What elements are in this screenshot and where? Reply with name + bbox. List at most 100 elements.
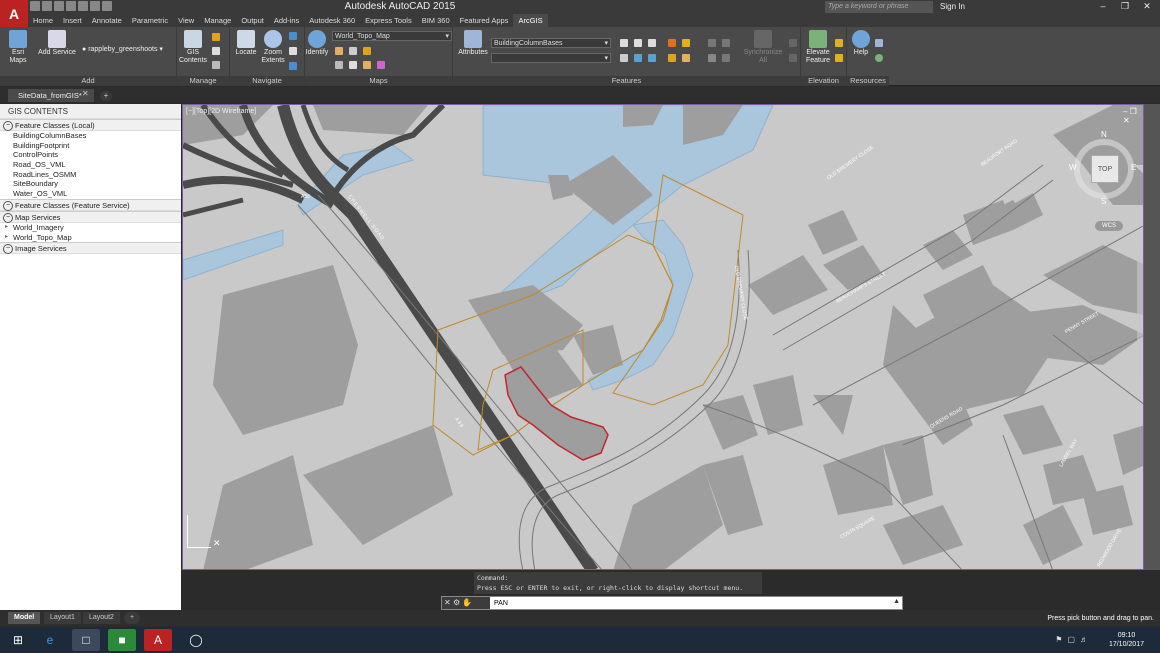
pan-icon[interactable] xyxy=(289,47,297,55)
gis-layer-item[interactable]: SiteBoundary xyxy=(0,179,181,189)
redo-icon[interactable] xyxy=(102,1,112,11)
feature-edit-icon[interactable] xyxy=(708,39,716,47)
feature-tool-icon[interactable] xyxy=(634,54,642,62)
gis-layer-item[interactable]: ControlPoints xyxy=(0,150,181,160)
compass-west[interactable]: W xyxy=(1069,163,1077,172)
internet-explorer-icon[interactable]: e xyxy=(36,629,64,651)
application-menu-button[interactable]: A xyxy=(0,0,28,28)
tab-add-ins[interactable]: Add-ins xyxy=(269,14,304,27)
tab-parametric[interactable]: Parametric xyxy=(127,14,173,27)
tab-layout2[interactable]: Layout2 xyxy=(83,612,120,624)
resource-tool-icon[interactable] xyxy=(875,54,883,62)
add-layout-button[interactable]: + xyxy=(124,612,141,624)
compass-south[interactable]: S xyxy=(1101,197,1106,206)
save-as-icon[interactable] xyxy=(66,1,76,11)
elevation-tool-icon[interactable] xyxy=(835,39,843,47)
system-clock[interactable]: 09:10 17/10/2017 xyxy=(1109,631,1144,649)
map-tool-icon[interactable] xyxy=(349,61,357,69)
elevate-feature-button[interactable]: Elevate Feature xyxy=(803,30,833,65)
store-icon[interactable]: ■ xyxy=(108,629,136,651)
refresh-icon[interactable] xyxy=(289,62,297,70)
tab-insert[interactable]: Insert xyxy=(58,14,87,27)
command-line[interactable]: ✕ ⚙ ✋ ▲ xyxy=(441,596,903,610)
gis-contents-button[interactable]: GIS Contents xyxy=(179,30,207,65)
compass-east[interactable]: E xyxy=(1131,163,1136,172)
tab-model[interactable]: Model xyxy=(8,612,41,624)
feature-tool-icon[interactable] xyxy=(634,39,642,47)
file-explorer-icon[interactable]: □ xyxy=(72,629,100,651)
gis-layer-item[interactable]: World_Topo_Map xyxy=(0,233,181,243)
feature-edit-icon[interactable] xyxy=(722,39,730,47)
maximize-icon[interactable]: ❐ xyxy=(1114,0,1136,12)
tab-arcgis[interactable]: ArcGIS xyxy=(513,14,548,27)
tab-output[interactable]: Output xyxy=(236,14,269,27)
autocad-taskbar-icon[interactable]: A xyxy=(144,629,172,651)
feature-class-dropdown[interactable]: BuildingColumnBases ▾ xyxy=(491,38,611,48)
feature-tool-icon[interactable] xyxy=(648,54,656,62)
manage-tool-icon[interactable] xyxy=(212,61,220,69)
viewport-controls-label[interactable]: [−][Top][2D Wireframe] xyxy=(186,108,256,115)
new-tab-button[interactable]: + xyxy=(100,91,112,101)
basemap-dropdown[interactable]: World_Topo_Map ▾ xyxy=(332,31,452,41)
sign-in-button[interactable]: Sign In xyxy=(940,1,965,13)
feature-edit-icon[interactable] xyxy=(668,39,676,47)
map-tool-icon[interactable] xyxy=(363,47,371,55)
manage-tool-icon[interactable] xyxy=(212,47,220,55)
command-history-toggle-icon[interactable]: ▲ xyxy=(893,598,900,605)
gis-layer-item[interactable]: World_Imagery xyxy=(0,223,181,233)
tab-bim-360[interactable]: BIM 360 xyxy=(417,14,455,27)
user-account-dropdown[interactable]: ● rappleby_greenshoots ▾ xyxy=(82,46,174,54)
sync-tool-icon[interactable] xyxy=(789,39,797,47)
feature-edit-icon[interactable] xyxy=(682,54,690,62)
feature-edit-icon[interactable] xyxy=(682,39,690,47)
map-tool-icon[interactable] xyxy=(335,61,343,69)
zoom-extents-button[interactable]: Zoom Extents xyxy=(260,30,286,65)
gis-group-header[interactable]: Feature Classes (Local) xyxy=(0,119,181,131)
close-tab-icon[interactable]: ✕ xyxy=(82,89,89,98)
esri-maps-button[interactable]: Esri Maps xyxy=(3,30,33,65)
map-canvas[interactable] xyxy=(183,105,1144,570)
gis-layer-item[interactable]: BuildingColumnBases xyxy=(0,131,181,141)
network-icon[interactable]: ▢ xyxy=(1067,635,1075,644)
close-icon[interactable]: ✕ xyxy=(444,598,451,607)
resource-tool-icon[interactable] xyxy=(875,39,883,47)
locate-button[interactable]: Locate xyxy=(233,30,259,57)
manage-tool-icon[interactable] xyxy=(212,33,220,41)
compass-north[interactable]: N xyxy=(1101,130,1107,139)
plot-icon[interactable] xyxy=(78,1,88,11)
tab-autodesk-360[interactable]: Autodesk 360 xyxy=(304,14,360,27)
elevation-tool-icon[interactable] xyxy=(835,54,843,62)
gis-layer-item[interactable]: RoadLines_OSMM xyxy=(0,170,181,180)
add-service-button[interactable]: Add Service xyxy=(37,30,77,57)
tab-featured-apps[interactable]: Featured Apps xyxy=(455,14,514,27)
previous-view-icon[interactable] xyxy=(289,32,297,40)
gis-layer-item[interactable]: Water_OS_VML xyxy=(0,189,181,199)
close-icon[interactable]: ✕ xyxy=(1136,0,1158,12)
feature-edit-icon[interactable] xyxy=(722,54,730,62)
gis-group-header[interactable]: Map Services xyxy=(0,210,181,223)
windows-start-icon[interactable]: ⊞ xyxy=(4,629,32,651)
synchronize-all-button[interactable]: Synchronize All xyxy=(743,30,783,65)
feature-subtype-dropdown[interactable]: ▾ xyxy=(491,53,611,63)
attributes-button[interactable]: Attributes xyxy=(456,30,490,57)
tab-view[interactable]: View xyxy=(173,14,199,27)
save-icon[interactable] xyxy=(54,1,64,11)
volume-icon[interactable]: ♬ xyxy=(1080,635,1088,644)
tab-manage[interactable]: Manage xyxy=(199,14,236,27)
feature-edit-icon[interactable] xyxy=(668,54,676,62)
command-input[interactable] xyxy=(494,598,884,609)
tab-annotate[interactable]: Annotate xyxy=(87,14,127,27)
map-tool-icon[interactable] xyxy=(377,61,385,69)
viewcube-top-face[interactable]: TOP xyxy=(1091,155,1119,183)
map-tool-icon[interactable] xyxy=(335,47,343,55)
feature-tool-icon[interactable] xyxy=(620,54,628,62)
map-tool-icon[interactable] xyxy=(363,61,371,69)
tab-layout1[interactable]: Layout1 xyxy=(44,612,81,624)
arcgis-taskbar-icon[interactable]: ◯ xyxy=(182,629,210,651)
identify-button[interactable]: Identify xyxy=(305,30,329,57)
undo-icon[interactable] xyxy=(90,1,100,11)
tab-home[interactable]: Home xyxy=(28,14,58,27)
ucs-menu[interactable]: WCS xyxy=(1095,221,1123,231)
feature-tool-icon[interactable] xyxy=(620,39,628,47)
viewport-scrollbar[interactable] xyxy=(1144,104,1160,570)
